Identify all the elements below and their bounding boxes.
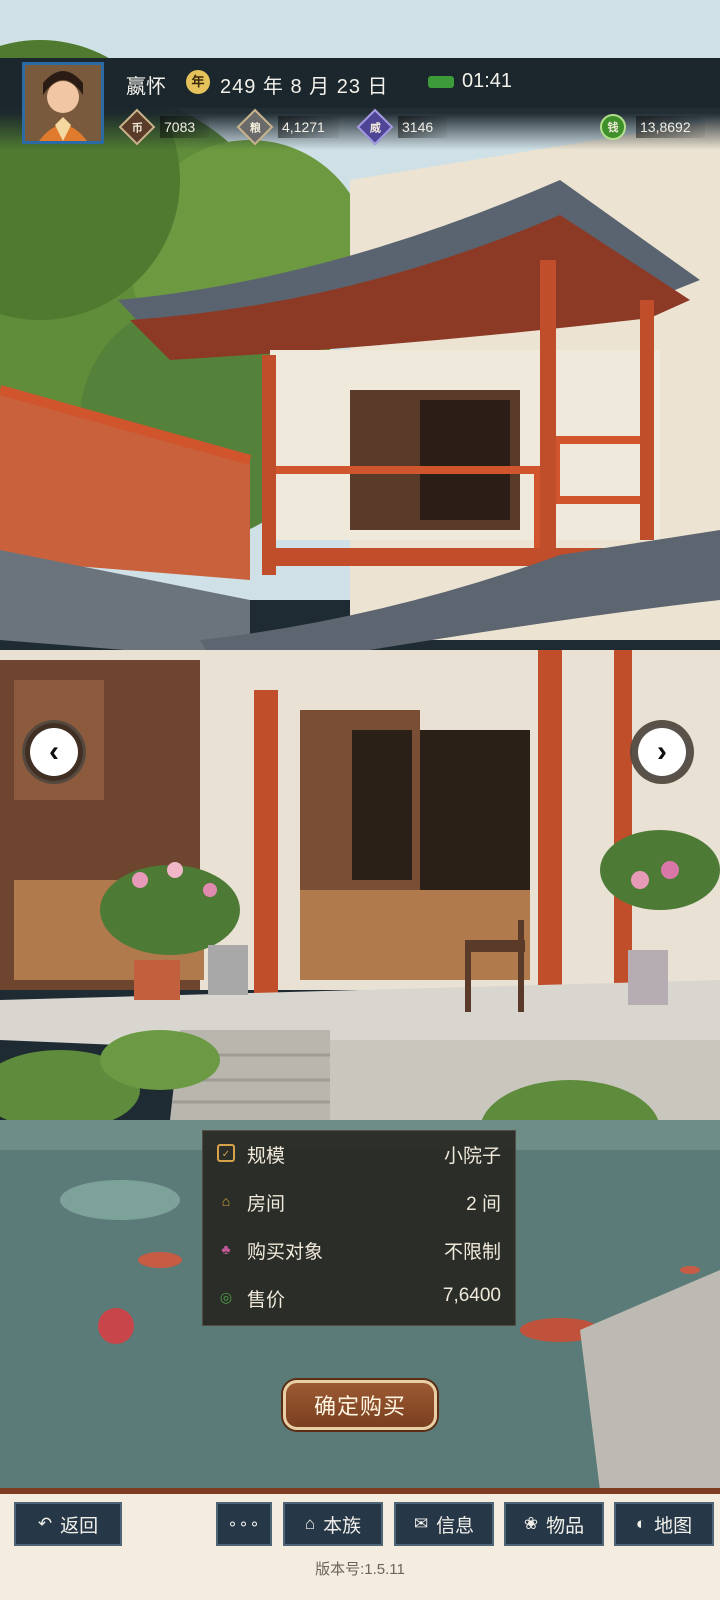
resource-influence[interactable]: 威 3146 (356, 108, 448, 146)
map-label: 地图 (654, 1515, 693, 1537)
info-value: 不限制 (443, 1242, 501, 1263)
clan-label: 本族 (323, 1515, 362, 1537)
date-seal-icon: 年 (186, 70, 210, 94)
info-row-rooms: ⌂ 房间 2 间 (203, 1179, 515, 1225)
info-row-buyer: ♣ 购买对象 不限制 (203, 1227, 515, 1273)
globe-icon: ◐ (635, 1514, 647, 1533)
more-button[interactable]: ∘∘∘ (216, 1502, 272, 1546)
version-label: 版本号:1.5.11 (315, 1561, 405, 1578)
ellipsis-icon: ∘∘∘ (227, 1516, 261, 1533)
return-arrow-icon: ↶ (37, 1514, 53, 1533)
info-label: 规模 (247, 1146, 286, 1167)
info-button[interactable]: ✉ 信息 (394, 1502, 494, 1546)
clan-button[interactable]: ⌂ 本族 (283, 1502, 383, 1546)
chevron-right-icon: › (638, 728, 686, 776)
resource-grain[interactable]: 粮 4,1271 (236, 108, 339, 146)
player-avatar[interactable] (22, 62, 104, 144)
info-label: 房间 (247, 1194, 286, 1215)
confirm-purchase-button[interactable]: 确定购买 (283, 1380, 437, 1430)
game-time: 01:41 (462, 70, 513, 92)
grain-icon: 粮 (236, 108, 274, 146)
bottom-bar-border (0, 1488, 720, 1494)
scale-icon: ✓ (217, 1144, 235, 1162)
resource-money[interactable]: 钱 13,8692 (600, 114, 705, 140)
coin-bag-icon: 币 (118, 108, 156, 146)
chat-bubble-icon: ✉ (413, 1514, 429, 1533)
info-label: 购买对象 (247, 1242, 324, 1263)
chevron-left-icon: ‹ (30, 728, 78, 776)
back-button[interactable]: ↶ 返回 (14, 1502, 122, 1546)
price-icon: ◎ (219, 1289, 233, 1305)
previous-house-button[interactable]: ‹ (22, 720, 86, 784)
info-row-price: ◎ 售价 7,6400 (203, 1275, 515, 1321)
influence-icon: 威 (356, 108, 394, 146)
resource-coins[interactable]: 币 7083 (118, 108, 210, 146)
items-label: 物品 (546, 1515, 585, 1537)
time-cricket-icon (428, 76, 454, 88)
info-label: 售价 (247, 1290, 286, 1311)
resource-value: 4,1271 (278, 116, 339, 138)
info-value: 7,6400 (442, 1285, 501, 1306)
resource-value: 7083 (160, 116, 210, 138)
next-house-button[interactable]: › (630, 720, 694, 784)
info-row-scale: ✓ 规模 小院子 (203, 1131, 515, 1177)
info-value: 小院子 (443, 1146, 501, 1167)
items-bag-icon: ❀ (523, 1514, 539, 1533)
clan-icon: ⌂ (304, 1514, 316, 1533)
money-pouch-icon: 钱 (600, 114, 626, 140)
resource-value: 13,8692 (636, 116, 705, 138)
map-button[interactable]: ◐ 地图 (614, 1502, 714, 1546)
game-date: 249 年 8 月 23 日 (220, 76, 389, 98)
back-label: 返回 (60, 1515, 99, 1537)
property-info-panel: ✓ 规模 小院子 ⌂ 房间 2 间 ♣ 购买对象 不限制 ◎ 售价 7,6400 (202, 1130, 516, 1326)
portrait-image (25, 65, 101, 141)
info-label: 信息 (436, 1515, 475, 1537)
info-value: 2 间 (466, 1194, 501, 1215)
player-name: 嬴怀 (126, 76, 166, 98)
resource-value: 3146 (398, 116, 448, 138)
buyer-icon: ♣ (221, 1241, 231, 1257)
room-icon: ⌂ (221, 1193, 231, 1209)
items-button[interactable]: ❀ 物品 (504, 1502, 604, 1546)
